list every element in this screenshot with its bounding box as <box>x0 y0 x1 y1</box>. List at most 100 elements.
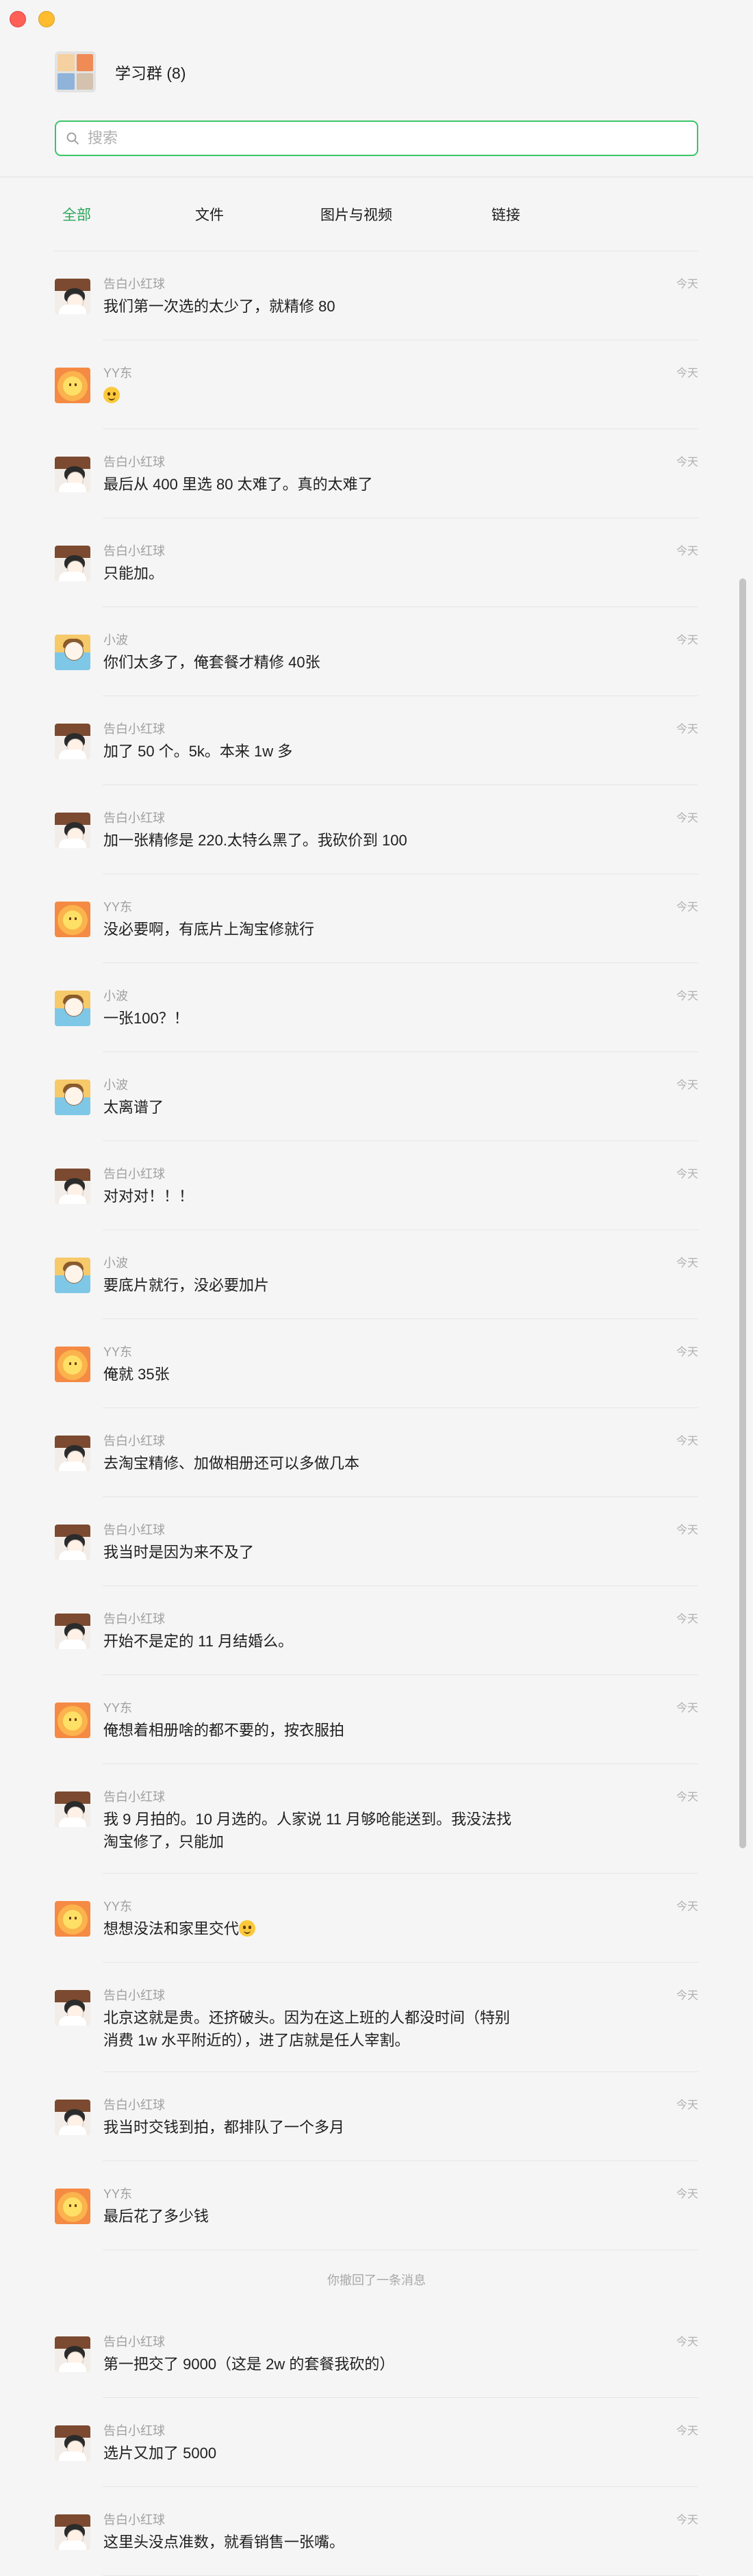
message-time: 今天 <box>676 1990 698 2002</box>
avatar[interactable] <box>55 1614 90 1649</box>
sender-name: 小波 <box>103 633 128 647</box>
avatar[interactable] <box>55 2100 90 2135</box>
message-item[interactable]: 告白小红球 今天我 9 月拍的。10 月选的。人家说 11 月够呛能送到。我没法找… <box>0 1764 753 1874</box>
message-item[interactable]: YY东 今天 没必要啊，有底片上淘宝修就行 <box>0 874 753 963</box>
message-item[interactable]: YY东 今天 俺就 35张 <box>0 1319 753 1408</box>
avatar[interactable] <box>55 457 90 492</box>
avatar[interactable] <box>55 2189 90 2224</box>
avatar[interactable] <box>55 1791 90 1827</box>
message-item[interactable]: 小波 今天要底片就行，没必要加片 <box>0 1230 753 1319</box>
avatar[interactable] <box>55 2336 90 2372</box>
message-item[interactable]: 告白小红球 今天 加了 50 个。5k。本来 1w 多 <box>0 696 753 785</box>
message-text-body: 太离谱了 <box>103 1099 164 1116</box>
sender-name: 小波 <box>103 1256 128 1270</box>
sender-name: YY东 <box>103 2187 133 2201</box>
tab-all[interactable]: 全部 <box>62 204 91 225</box>
message-item[interactable]: YY东 今天 <box>0 340 753 429</box>
group-avatar <box>55 51 96 92</box>
avatar[interactable] <box>55 1703 90 1738</box>
message-item[interactable]: 告白小红球 今天北京这就是贵。还挤破头。因为在这上班的人都没时间（特别消费 1w … <box>0 1963 753 2072</box>
sender-name: 告白小红球 <box>103 1989 165 2002</box>
message-time: 今天 <box>676 902 698 913</box>
message-item[interactable]: YY东 今天 想想没法和家里交代 <box>0 1874 753 1963</box>
message-time: 今天 <box>676 1791 698 1803</box>
message-item[interactable]: 告白小红球 今天 这里头没点准数，就看销售一张嘴。 <box>0 2487 753 2576</box>
message-time: 今天 <box>676 991 698 1002</box>
message-text: 最后从 400 里选 80 太难了。真的太难了 <box>103 473 514 496</box>
avatar[interactable] <box>55 1258 90 1293</box>
message-text-body: 最后花了多少钱 <box>103 2208 209 2225</box>
message-text-body: 你们太多了，俺套餐才精修 40张 <box>103 654 320 671</box>
message-item[interactable]: 告白小红球 今天 我当时交钱到拍，都排队了一个多月 <box>0 2072 753 2161</box>
message-time: 今天 <box>676 1258 698 1269</box>
avatar[interactable] <box>55 1525 90 1560</box>
avatar[interactable] <box>55 2514 90 2550</box>
message-time: 今天 <box>676 368 698 379</box>
system-notice: 你撤回了一条消息 <box>0 2250 753 2309</box>
message-time: 今天 <box>676 635 698 646</box>
message-text: 去淘宝精修、加做相册还可以多做几本 <box>103 1452 514 1475</box>
group-title: 学习群 (8) <box>115 64 186 82</box>
message-text: 太离谱了 <box>103 1096 514 1119</box>
message-text: 加了 50 个。5k。本来 1w 多 <box>103 740 514 763</box>
search-box[interactable] <box>55 120 698 156</box>
avatar[interactable] <box>55 546 90 581</box>
message-text: 俺就 35张 <box>103 1363 514 1386</box>
scrollbar[interactable] <box>739 578 746 1848</box>
tab-files[interactable]: 文件 <box>195 204 224 225</box>
avatar[interactable] <box>55 1347 90 1382</box>
message-text-body: 要底片就行，没必要加片 <box>103 1277 270 1294</box>
message-time: 今天 <box>676 2100 698 2111</box>
message-item[interactable]: 告白小红球 今天 第一把交了 9000（这是 2w 的套餐我砍的） <box>0 2309 753 2398</box>
search-input[interactable] <box>86 129 671 148</box>
message-text-body: 对对对！！！ <box>103 1188 194 1205</box>
sender-name: 告白小红球 <box>103 277 165 291</box>
message-text: 你们太多了，俺套餐才精修 40张 <box>103 651 514 674</box>
avatar[interactable] <box>55 2425 90 2461</box>
avatar[interactable] <box>55 1990 90 2026</box>
close-window-button[interactable] <box>10 11 26 27</box>
message-time: 今天 <box>676 1703 698 1714</box>
message-item[interactable]: 告白小红球 今天 只能加。 <box>0 518 753 607</box>
avatar[interactable] <box>55 279 90 314</box>
message-item[interactable]: YY东 今天最后花了多少钱 <box>0 2161 753 2250</box>
message-item[interactable]: 小波 今天你们太多了，俺套餐才精修 40张 <box>0 607 753 696</box>
message-item[interactable]: 小波 今天 一张100？！ <box>0 963 753 1052</box>
message-text-body: 我当时交钱到拍，都排队了一个多月 <box>103 2119 345 2136</box>
message-item[interactable]: 告白小红球 今天 对对对！！！ <box>0 1141 753 1230</box>
message-item[interactable]: 告白小红球 今天 我们第一次选的太少了，就精修 80 <box>0 251 753 340</box>
tab-links[interactable]: 链接 <box>492 204 520 225</box>
minimize-window-button[interactable] <box>38 11 55 27</box>
message-item[interactable]: 告白小红球 今天 加一张精修是 220.太特么黑了。我砍价到 100 <box>0 785 753 874</box>
tab-media[interactable]: 图片与视频 <box>320 204 392 225</box>
avatar[interactable] <box>55 635 90 670</box>
message-text: 北京这就是贵。还挤破头。因为在这上班的人都没时间（特别消费 1w 水平附近的），… <box>103 2006 514 2052</box>
message-text-body: 加了 50 个。5k。本来 1w 多 <box>103 743 293 760</box>
message-item[interactable]: 告白小红球 今天 开始不是定的 11 月结婚么。 <box>0 1586 753 1675</box>
message-item[interactable]: YY东 今天 俺想着相册啥的都不要的，按衣服拍 <box>0 1675 753 1764</box>
message-item[interactable]: 告白小红球 今天 我当时是因为来不及了 <box>0 1497 753 1586</box>
avatar[interactable] <box>55 991 90 1026</box>
message-item[interactable]: 告白小红球 今天 最后从 400 里选 80 太难了。真的太难了 <box>0 429 753 518</box>
avatar[interactable] <box>55 1169 90 1204</box>
message-item[interactable]: 告白小红球 今天 选片又加了 5000 <box>0 2398 753 2487</box>
message-text: 我们第一次选的太少了，就精修 80 <box>103 295 514 318</box>
message-item[interactable]: 告白小红球 今天 去淘宝精修、加做相册还可以多做几本 <box>0 1408 753 1497</box>
avatar[interactable] <box>55 813 90 848</box>
avatar[interactable] <box>55 368 90 403</box>
avatar[interactable] <box>55 1436 90 1471</box>
sender-name: 小波 <box>103 1078 128 1092</box>
message-time: 今天 <box>676 2189 698 2200</box>
avatar[interactable] <box>55 902 90 937</box>
avatar[interactable] <box>55 1080 90 1115</box>
message-text-body: 这里头没点准数，就看销售一张嘴。 <box>103 2534 345 2551</box>
message-text: 对对对！！！ <box>103 1185 514 1208</box>
avatar[interactable] <box>55 724 90 759</box>
message-text-body: 俺想着相册啥的都不要的，按衣服拍 <box>103 1722 345 1739</box>
sender-name: 告白小红球 <box>103 1523 165 1537</box>
message-text: 选片又加了 5000 <box>103 2442 514 2464</box>
message-item[interactable]: 小波 今天 太离谱了 <box>0 1052 753 1141</box>
message-text: 只能加。 <box>103 562 514 585</box>
sender-name: YY东 <box>103 900 133 914</box>
avatar[interactable] <box>55 1901 90 1937</box>
